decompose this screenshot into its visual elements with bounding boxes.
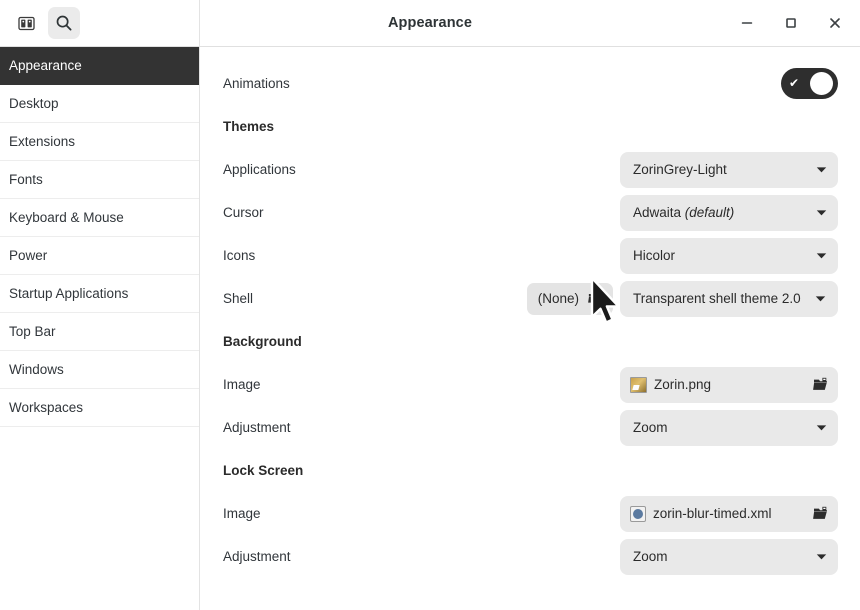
close-button[interactable]	[824, 12, 846, 34]
sidebar-item-power[interactable]: Power	[0, 237, 199, 275]
row-lock-screen-image: Image zorin-blur-timed.xml	[200, 492, 860, 535]
cursor-theme-default-tag: (default)	[685, 205, 735, 220]
background-image-file-button[interactable]: Zorin.png	[620, 367, 838, 403]
sidebar-item-keyboard-and-mouse[interactable]: Keyboard & Mouse	[0, 199, 199, 237]
chevron-down-icon	[807, 295, 826, 303]
row-applications-theme: Applications ZorinGrey-Light	[200, 148, 860, 191]
applications-theme-dropdown[interactable]: ZorinGrey-Light	[620, 152, 838, 188]
icons-theme-dropdown[interactable]: Hicolor	[620, 238, 838, 274]
icons-theme-value: Hicolor	[633, 248, 675, 263]
shell-theme-value: Transparent shell theme 2.0	[633, 291, 801, 306]
sidebar-toggle-icon	[18, 15, 35, 32]
cursor-theme-dropdown[interactable]: Adwaita (default)	[620, 195, 838, 231]
background-image-value: Zorin.png	[654, 377, 805, 392]
section-background: Background	[200, 320, 860, 363]
sidebar-item-label: Workspaces	[9, 400, 83, 415]
sidebar-toggle-button[interactable]	[10, 7, 42, 39]
sidebar-item-label: Fonts	[9, 172, 43, 187]
animations-label: Animations	[223, 76, 290, 91]
chevron-down-icon	[808, 252, 827, 260]
sidebar: Appearance Desktop Extensions Fonts Keyb…	[0, 47, 200, 610]
row-background-adjustment: Adjustment Zoom	[200, 406, 860, 449]
minimize-button[interactable]	[736, 12, 758, 34]
chevron-down-icon	[808, 209, 827, 217]
background-adjustment-label: Adjustment	[223, 420, 291, 435]
lock-screen-adjustment-value: Zoom	[633, 549, 668, 564]
sidebar-item-top-bar[interactable]: Top Bar	[0, 313, 199, 351]
sidebar-item-label: Extensions	[9, 134, 75, 149]
section-themes: Themes	[200, 105, 860, 148]
row-background-image: Image Zorin.png	[200, 363, 860, 406]
row-lock-screen-adjustment: Adjustment Zoom	[200, 535, 860, 578]
window-body: Appearance Desktop Extensions Fonts Keyb…	[0, 47, 860, 610]
applications-label: Applications	[223, 162, 296, 177]
chevron-down-icon	[808, 424, 827, 432]
folder-open-icon[interactable]	[812, 505, 830, 523]
background-adjustment-value: Zoom	[633, 420, 668, 435]
cursor-label: Cursor	[223, 205, 264, 220]
appearance-settings-panel: Animations ✔ Themes Applications ZorinGr…	[200, 47, 860, 610]
sidebar-item-extensions[interactable]: Extensions	[0, 123, 199, 161]
maximize-icon	[783, 15, 799, 31]
toggle-knob	[810, 72, 833, 95]
xml-file-icon	[630, 506, 646, 522]
animations-toggle[interactable]: ✔	[781, 68, 838, 99]
shell-theme-dropdown[interactable]: Transparent shell theme 2.0	[620, 281, 838, 317]
sidebar-item-label: Desktop	[9, 96, 59, 111]
shell-theme-none-label: (None)	[538, 291, 579, 306]
row-cursor-theme: Cursor Adwaita (default)	[200, 191, 860, 234]
image-thumbnail-icon	[630, 377, 647, 393]
chevron-down-icon	[808, 166, 827, 174]
sidebar-item-label: Top Bar	[9, 324, 56, 339]
row-icons-theme: Icons Hicolor	[200, 234, 860, 277]
sidebar-item-label: Appearance	[9, 58, 82, 73]
sidebar-item-label: Startup Applications	[9, 286, 128, 301]
lock-screen-image-label: Image	[223, 506, 261, 521]
file-open-icon	[587, 291, 602, 306]
lock-screen-image-file-button[interactable]: zorin-blur-timed.xml	[620, 496, 838, 532]
window-controls	[736, 0, 860, 46]
lock-screen-image-value: zorin-blur-timed.xml	[653, 506, 805, 521]
applications-theme-value: ZorinGrey-Light	[633, 162, 727, 177]
sidebar-item-windows[interactable]: Windows	[0, 351, 199, 389]
cursor-theme-value: Adwaita (default)	[633, 205, 734, 220]
chevron-down-icon	[808, 553, 827, 561]
minimize-icon	[739, 15, 755, 31]
row-animations: Animations ✔	[200, 62, 860, 105]
tweaks-window: Appearance	[0, 0, 860, 610]
toggle-check-icon: ✔	[789, 77, 799, 89]
header-bar: Appearance	[0, 0, 860, 47]
lock-screen-adjustment-dropdown[interactable]: Zoom	[620, 539, 838, 575]
sidebar-item-workspaces[interactable]: Workspaces	[0, 389, 199, 427]
icons-label: Icons	[223, 248, 255, 263]
folder-open-icon[interactable]	[812, 376, 830, 394]
sidebar-item-fonts[interactable]: Fonts	[0, 161, 199, 199]
background-image-label: Image	[223, 377, 261, 392]
sidebar-item-appearance[interactable]: Appearance	[0, 47, 199, 85]
sidebar-item-label: Power	[9, 248, 47, 263]
lock-screen-heading: Lock Screen	[223, 463, 303, 478]
close-icon	[827, 15, 843, 31]
shell-label: Shell	[223, 291, 253, 306]
search-button[interactable]	[48, 7, 80, 39]
background-adjustment-dropdown[interactable]: Zoom	[620, 410, 838, 446]
row-shell-theme: Shell (None)	[200, 277, 860, 320]
search-icon	[55, 14, 73, 32]
lock-screen-adjustment-label: Adjustment	[223, 549, 291, 564]
maximize-button[interactable]	[780, 12, 802, 34]
background-heading: Background	[223, 334, 302, 349]
section-lock-screen: Lock Screen	[200, 449, 860, 492]
sidebar-item-label: Keyboard & Mouse	[9, 210, 124, 225]
sidebar-item-startup-applications[interactable]: Startup Applications	[0, 275, 199, 313]
header-left-group	[0, 0, 200, 46]
shell-theme-file-button[interactable]: (None)	[527, 283, 613, 315]
sidebar-item-label: Windows	[9, 362, 64, 377]
page-title: Appearance	[388, 15, 472, 31]
themes-heading: Themes	[223, 119, 274, 134]
sidebar-item-desktop[interactable]: Desktop	[0, 85, 199, 123]
